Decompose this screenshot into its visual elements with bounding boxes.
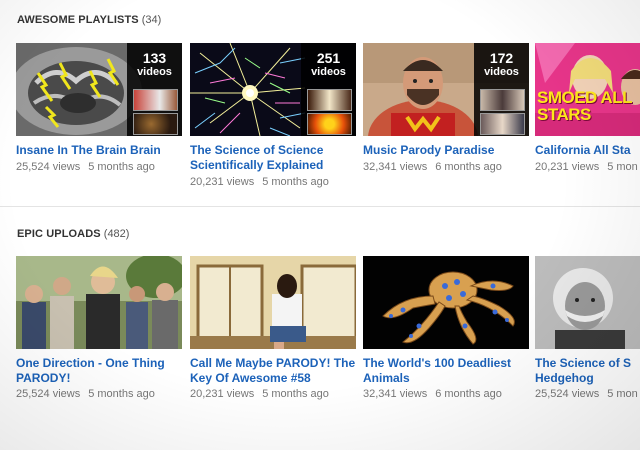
playlist-meta: 20,231 views 5 months ago xyxy=(190,176,380,188)
video-meta: 25,524 views 5 mon xyxy=(535,388,640,400)
video-meta: 32,341 views 6 months ago xyxy=(363,388,553,400)
mini-thumbnail xyxy=(307,89,352,111)
video-thumbnail[interactable] xyxy=(363,256,529,349)
video-count-label: videos xyxy=(311,66,346,78)
playlist-meta: 25,524 views 5 months ago xyxy=(16,161,206,173)
playlist-title[interactable]: The Science of Science Scientifically Ex… xyxy=(190,143,360,173)
uploads-section: EPIC UPLOADS (482) One Direction - One T… xyxy=(0,206,640,417)
playlists-section: AWESOME PLAYLISTS (34) 133 videos Insane… xyxy=(0,0,640,205)
video-thumbnail[interactable] xyxy=(16,256,182,349)
section-header-uploads: EPIC UPLOADS (482) xyxy=(17,228,129,240)
video-count-overlay: 251 videos xyxy=(301,43,356,136)
view-count: 25,524 views xyxy=(16,388,81,400)
video-title[interactable]: Call Me Maybe PARODY! The Key Of Awesome… xyxy=(190,356,360,386)
upload-age: 5 months ago xyxy=(262,176,329,188)
view-count: 32,341 views xyxy=(363,161,428,173)
section-title: EPIC UPLOADS xyxy=(17,228,101,240)
section-count: (34) xyxy=(141,14,162,26)
playlist-thumbnail[interactable]: 172 videos xyxy=(363,43,529,136)
mini-thumbnail xyxy=(133,89,178,111)
view-count: 25,524 views xyxy=(535,388,600,400)
playlist-thumbnail[interactable]: 251 videos xyxy=(190,43,356,136)
playlist-title[interactable]: Insane In The Brain Brain xyxy=(16,143,186,158)
mini-thumbnail xyxy=(307,113,352,135)
section-count: (482) xyxy=(103,228,130,240)
playlist-meta: 20,231 views 5 mon xyxy=(535,161,640,173)
section-title: AWESOME PLAYLISTS xyxy=(17,14,139,26)
thumbnail-caption: SMOED ALL STARS xyxy=(537,88,632,124)
view-count: 32,341 views xyxy=(363,388,428,400)
mini-thumbnail xyxy=(480,113,525,135)
playlist-thumbnail[interactable]: 133 videos xyxy=(16,43,182,136)
video-count-overlay: 133 videos xyxy=(127,43,182,136)
view-count: 20,231 views xyxy=(535,161,600,173)
video-thumbnail[interactable] xyxy=(190,256,356,349)
upload-age: 5 mon xyxy=(607,388,638,400)
video-title[interactable]: One Direction - One Thing PARODY! xyxy=(16,356,186,386)
playlist-title[interactable]: Music Parody Paradise xyxy=(363,143,533,158)
video-meta: 20,231 views 5 months ago xyxy=(190,388,380,400)
video-title-text: The Science of S Hedgehog xyxy=(535,356,632,385)
upload-age: 5 months ago xyxy=(88,388,155,400)
video-count-label: videos xyxy=(137,66,172,78)
playlist-meta: 32,341 views 6 months ago xyxy=(363,161,553,173)
mini-thumbnail xyxy=(480,89,525,111)
playlist-title[interactable]: California All Sta xyxy=(535,143,640,158)
video-count: 251 xyxy=(316,50,341,66)
upload-age: 6 months ago xyxy=(435,161,502,173)
video-count: 133 xyxy=(142,50,167,66)
section-header-playlists: AWESOME PLAYLISTS (34) xyxy=(17,14,161,26)
upload-age: 6 months ago xyxy=(435,388,502,400)
video-thumbnail[interactable] xyxy=(535,256,640,349)
video-meta: 25,524 views 5 months ago xyxy=(16,388,206,400)
video-count: 172 xyxy=(489,50,514,66)
view-count: 20,231 views xyxy=(190,176,255,188)
video-title[interactable]: The Science of S Hedgehog xyxy=(535,356,640,386)
upload-age: 5 mon xyxy=(607,161,638,173)
view-count: 20,231 views xyxy=(190,388,255,400)
upload-age: 5 months ago xyxy=(262,388,329,400)
video-title[interactable]: The World's 100 Deadliest Animals xyxy=(363,356,533,386)
video-count-overlay: 172 videos xyxy=(474,43,529,136)
view-count: 25,524 views xyxy=(16,161,81,173)
upload-age: 5 months ago xyxy=(88,161,155,173)
mini-thumbnail xyxy=(133,113,178,135)
playlist-thumbnail[interactable]: SMOED ALL STARS xyxy=(535,43,640,136)
video-count-label: videos xyxy=(484,66,519,78)
